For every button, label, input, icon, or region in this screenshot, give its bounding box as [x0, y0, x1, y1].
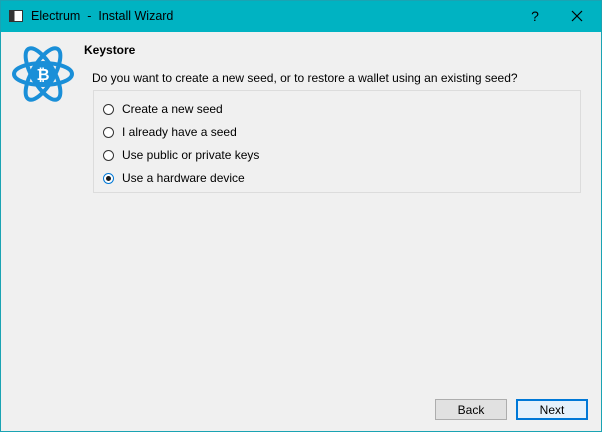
option-label: Use a hardware device: [122, 171, 245, 185]
option-label: Use public or private keys: [122, 148, 260, 162]
radio-button[interactable]: [103, 149, 114, 161]
option-label: Create a new seed: [122, 102, 223, 116]
option-create-new-seed[interactable]: Create a new seed: [103, 100, 223, 118]
question-text: Do you want to create a new seed, or to …: [92, 71, 518, 85]
close-button[interactable]: [561, 5, 593, 27]
window-title: Electrum - Install Wizard: [31, 9, 174, 23]
option-hardware-device[interactable]: Use a hardware device: [103, 169, 245, 187]
radio-button-selected[interactable]: [103, 172, 114, 184]
title-bar[interactable]: Electrum - Install Wizard ?: [1, 1, 601, 32]
option-public-private-keys[interactable]: Use public or private keys: [103, 146, 259, 164]
next-button[interactable]: Next: [516, 399, 588, 420]
electrum-logo-icon: ₿: [12, 46, 74, 102]
option-already-have-seed[interactable]: I already have a seed: [103, 123, 237, 141]
close-icon: [571, 10, 583, 22]
window-icon: [9, 10, 23, 22]
keystore-options-group: Create a new seed I already have a seed …: [93, 90, 581, 193]
option-label: I already have a seed: [122, 125, 237, 139]
radio-button[interactable]: [103, 126, 114, 138]
back-button[interactable]: Back: [435, 399, 507, 420]
help-button[interactable]: ?: [521, 5, 549, 27]
svg-text:₿: ₿: [36, 65, 49, 84]
section-title: Keystore: [84, 43, 136, 57]
radio-button[interactable]: [103, 103, 114, 115]
install-wizard-window: Electrum - Install Wizard ? ₿ Keystore D…: [0, 0, 602, 432]
